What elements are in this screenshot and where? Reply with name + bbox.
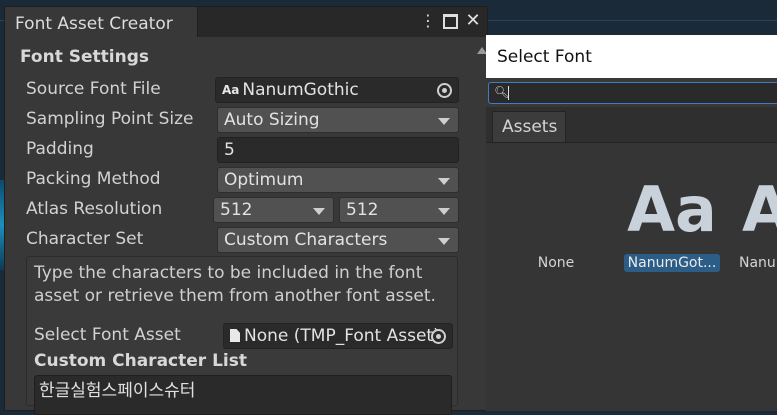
grid-item-nanumgothic[interactable]: Aa NanumGot... <box>617 143 727 283</box>
packing-method-value: Optimum <box>224 170 304 190</box>
sampling-point-size-value: Auto Sizing <box>224 110 320 130</box>
row-padding: Padding 5 <box>26 137 460 163</box>
font-asset-icon: Aa <box>222 83 240 97</box>
tab-assets[interactable]: Assets <box>492 111 566 142</box>
padding-input[interactable]: 5 <box>217 137 459 163</box>
custom-character-list-title: Custom Character List <box>34 351 247 371</box>
chevron-down-icon <box>438 238 450 245</box>
maximize-icon[interactable] <box>442 12 458 30</box>
grid-item-none[interactable]: None <box>501 143 611 283</box>
row-character-set: Character Set Custom Characters <box>26 227 460 253</box>
custom-characters-box: Type the characters to be included in th… <box>26 256 458 415</box>
atlas-width-value: 512 <box>220 200 253 220</box>
row-packing-method: Packing Method Optimum <box>26 167 460 193</box>
text-caret <box>508 86 509 100</box>
atlas-height-value: 512 <box>346 200 379 220</box>
source-font-file-field[interactable]: Aa NanumGothic <box>215 77 459 103</box>
row-atlas-resolution: Atlas Resolution 512 512 <box>26 197 460 223</box>
grid-item-nanum-partial[interactable]: A Nanu <box>734 143 777 283</box>
select-font-window: Select Font 🔍︎ Assets None Aa NanumGot..… <box>486 35 777 411</box>
grid-item-label: Nanu <box>739 255 776 271</box>
source-font-file-value: NanumGothic <box>242 80 359 100</box>
chevron-down-icon <box>438 178 450 185</box>
font-asset-creator-window: Font Asset Creator ⋮ ✕ Font Settings Sou… <box>4 6 488 415</box>
row-select-font-asset: Select Font Asset None (TMP_Font Asset) <box>34 323 453 349</box>
grid-item-label-selected: NanumGot... <box>617 254 727 272</box>
font-preview-a: A <box>742 173 777 246</box>
select-font-asset-field[interactable]: None (TMP_Font Asset) <box>223 323 453 349</box>
window-tab-bar: Font Asset Creator ⋮ ✕ <box>5 7 487 37</box>
select-font-asset-value: None (TMP_Font Asset) <box>244 326 440 346</box>
row-source-font-file: Source Font File Aa NanumGothic <box>26 77 460 103</box>
atlas-height-dropdown[interactable]: 512 <box>339 197 459 223</box>
section-title-font-settings[interactable]: Font Settings <box>20 47 149 67</box>
search-icon: 🔍︎ <box>494 85 510 99</box>
label-select-font-asset: Select Font Asset <box>34 325 181 345</box>
more-options-icon[interactable]: ⋮ <box>420 12 436 30</box>
select-font-tab-row: Assets <box>486 107 777 143</box>
custom-character-list-textarea[interactable]: 한글실험스페이스슈터 <box>34 375 452 415</box>
search-input[interactable]: 🔍︎ <box>488 82 777 104</box>
label-character-set: Character Set <box>26 229 144 249</box>
help-text: Type the characters to be included in th… <box>34 263 436 306</box>
label-atlas-resolution: Atlas Resolution <box>26 199 163 219</box>
selected-label: NanumGot... <box>623 254 721 272</box>
row-sampling-point-size: Sampling Point Size Auto Sizing <box>26 107 460 133</box>
character-set-dropdown[interactable]: Custom Characters <box>217 227 459 253</box>
chevron-down-icon <box>438 118 450 125</box>
atlas-width-dropdown[interactable]: 512 <box>213 197 334 223</box>
object-picker-icon[interactable] <box>437 83 452 98</box>
sampling-point-size-dropdown[interactable]: Auto Sizing <box>217 107 459 133</box>
font-asset-grid: None Aa NanumGot... A Nanu <box>486 143 777 411</box>
character-set-value: Custom Characters <box>224 230 388 250</box>
tab-font-asset-creator[interactable]: Font Asset Creator <box>5 7 198 37</box>
close-icon[interactable]: ✕ <box>465 12 481 30</box>
label-sampling-point-size: Sampling Point Size <box>26 109 194 129</box>
document-icon <box>230 329 240 342</box>
packing-method-dropdown[interactable]: Optimum <box>217 167 459 193</box>
label-source-font-file: Source Font File <box>26 79 161 99</box>
grid-item-label: None <box>537 255 575 271</box>
label-packing-method: Packing Method <box>26 169 161 189</box>
chevron-down-icon <box>438 208 450 215</box>
font-preview-aa: Aa <box>627 173 717 246</box>
select-font-title: Select Font <box>486 35 777 78</box>
label-padding: Padding <box>26 139 94 159</box>
object-picker-icon[interactable] <box>431 329 446 344</box>
chevron-down-icon <box>313 208 325 215</box>
